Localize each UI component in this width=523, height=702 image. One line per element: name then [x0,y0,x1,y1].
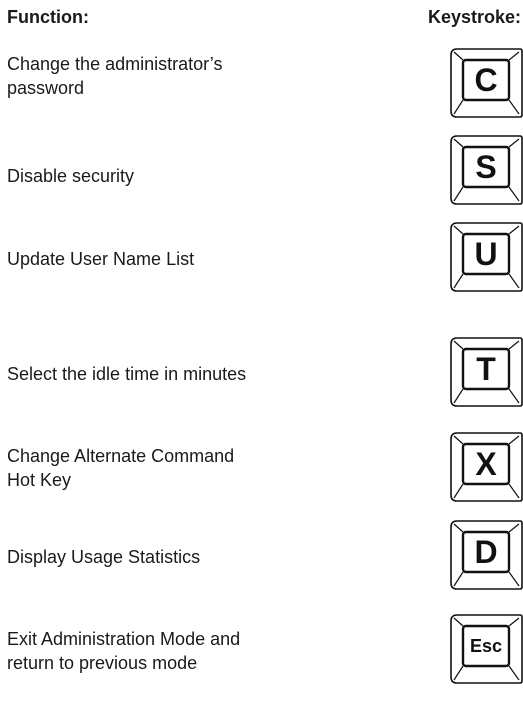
function-text-line: return to previous mode [7,653,198,673]
function-description: Disable security [7,164,367,188]
function-text-line: password [7,78,85,98]
function-description: Select the idle time in minutes [7,362,367,386]
function-description: Display Usage Statistics [7,545,367,569]
keycap-label: T [476,351,496,387]
keycap-label: U [474,236,498,272]
keystroke-column-header: Keystroke: [427,7,521,27]
function-text-line: Select the idle time in minutes [7,364,247,384]
keycap-label: S [475,149,497,185]
keycap-x: X [450,432,523,502]
function-text-line: Update User Name List [7,249,195,269]
function-description: Change the administrator’s password [7,52,367,100]
keycap-label: Esc [469,636,503,656]
keycap-u: U [450,222,523,292]
function-text-line: Display Usage Statistics [7,547,201,567]
keycap-s: S [450,135,523,205]
function-text-line: Exit Administration Mode and [7,629,241,649]
function-text-line: Change the administrator’s [7,54,223,74]
function-column-header: Function: [7,7,89,27]
function-description: Update User Name List [7,247,367,271]
function-text-line: Disable security [7,166,135,186]
keycap-t: T [450,337,523,407]
function-description: Exit Administration Mode and return to p… [7,627,367,675]
keycap-label: X [475,446,497,482]
keycap-c: C [450,48,523,118]
keycap-label: C [474,62,498,98]
function-text-line: Hot Key [7,470,72,490]
keycap-esc: Esc [450,614,523,684]
function-description: Change Alternate Command Hot Key [7,444,367,492]
keycap-d: D [450,520,523,590]
function-text-line: Change Alternate Command [7,446,235,466]
keycap-label: D [474,534,498,570]
